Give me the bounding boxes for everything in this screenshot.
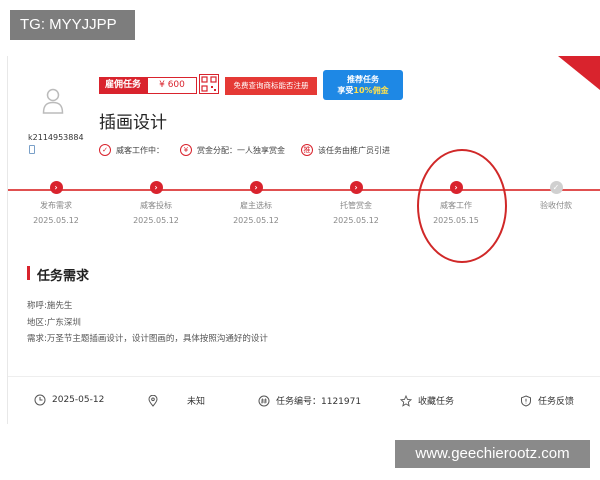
step-acceptance: ✓ 验收付款 [511,181,600,216]
task-meta-row: ✓ 威客工作中： ¥ 赏金分配：一人独享赏金 推 该任务由推广员引进 [99,142,406,158]
task-title: 插画设计 [99,113,167,133]
location-pin-icon [148,394,158,407]
step-dot-icon: › [49,181,63,194]
corner-ribbon [558,56,600,90]
watermark-tag: TG: MYYJJPP [10,10,135,40]
section-accent-bar [27,266,30,280]
step-dot-icon: ✓ [549,181,563,194]
price-badge: ¥ 600 [147,77,197,94]
favorite-button[interactable]: 收藏任务 [400,394,454,407]
step-date: 2025.05.12 [333,216,379,225]
qr-code-icon[interactable] [199,74,219,94]
url-watermark: www.geechierootz.com [395,440,590,468]
promo-line-2-prefix: 享受 [337,86,354,95]
trademark-query-button[interactable]: 免费查询商标能否注册 [225,77,317,95]
step-dot-icon: › [249,181,263,194]
meta-promoter-label: 该任务由推广员引进 [318,145,390,155]
hash-icon [258,395,270,406]
star-icon [400,394,412,407]
step-label: 威客投标 [140,201,172,210]
footer-location: 未知 [147,394,205,407]
step-date: 2025.05.12 [133,216,179,225]
feedback-label: 任务反馈 [538,397,575,407]
footer-date: 2025-05-12 [34,394,104,406]
feedback-button[interactable]: 任务反馈 [520,394,574,407]
step-select: › 雇主选标 2025.05.12 [211,181,301,225]
yen-circle-icon: ¥ [180,144,192,156]
task-type-badge: 雇佣任务 [99,77,147,94]
task-detail-panel: k2114953884 雇佣任务 ¥ 600 免费查询商标能否注册 推荐任务 享… [7,56,600,424]
step-date: 2025.05.12 [33,216,79,225]
promo-line-2: 享受10%佣金 [323,85,403,96]
footer-task-number-value: 任务编号：1121971 [276,397,362,407]
meta-reward-label: 赏金分配：一人独享赏金 [197,145,285,155]
step-dot-icon: › [349,181,363,194]
meta-status-label: 威客工作中： [116,145,164,155]
step-bid: › 威客投标 2025.05.12 [111,181,201,225]
footer-date-value: 2025-05-12 [52,395,105,405]
highlight-circle [417,149,507,263]
shield-icon [521,394,531,407]
clock-icon [34,394,46,406]
requirement-detail: 需求:万圣节主题插画设计，设计图画的，具体按照沟通好的设计 [27,334,268,344]
meta-status: ✓ 威客工作中： [99,144,164,156]
step-publish: › 发布需求 2025.05.12 [11,181,101,225]
footer-task-number: 任务编号：1121971 [258,394,361,407]
favorite-label: 收藏任务 [418,397,455,407]
step-label: 验收付款 [540,201,572,210]
meta-reward: ¥ 赏金分配：一人独享赏金 [180,144,285,156]
promo-commission: 10%佣金 [353,86,389,95]
step-dot-icon: › [149,181,163,194]
user-id[interactable]: k2114953884 [28,133,84,142]
step-label: 雇主选标 [240,201,272,210]
step-escrow: › 托管赏金 2025.05.12 [311,181,401,225]
step-label: 托管赏金 [340,201,372,210]
phone-icon [29,145,35,154]
footer-location-value: 未知 [187,397,206,407]
check-circle-icon: ✓ [99,144,111,156]
promo-line-1: 推荐任务 [347,75,379,84]
step-date: 2025.05.12 [233,216,279,225]
task-info-bar: 2025-05-12 未知 任务编号：1121971 收藏任务 任务反馈 [8,376,600,424]
requirements-title: 任务需求 [37,269,90,284]
requirement-name: 称呼:施先生 [27,301,73,311]
requirement-region: 地区:广东深圳 [27,318,81,328]
meta-promoter: 推 该任务由推广员引进 [301,144,390,156]
promoter-icon: 推 [301,144,313,156]
step-label: 发布需求 [40,201,72,210]
user-avatar-icon [42,88,64,114]
promo-banner[interactable]: 推荐任务 享受10%佣金 [323,70,403,100]
